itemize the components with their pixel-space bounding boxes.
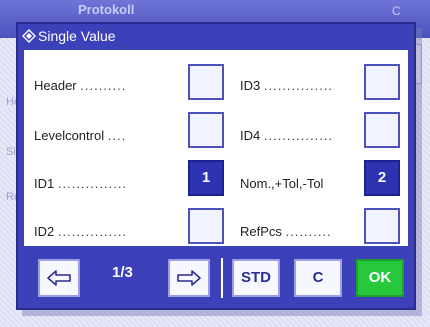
option-refpcs-label: RefPcs ..........: [240, 224, 332, 239]
dialog-title: Single Value: [38, 28, 116, 44]
option-id3-label: ID3 ...............: [240, 78, 334, 93]
ok-button[interactable]: OK: [356, 259, 404, 297]
background-title-right: C: [392, 4, 401, 18]
option-levelcontrol-label: Levelcontrol ....: [34, 128, 127, 143]
clear-button[interactable]: C: [294, 259, 342, 297]
option-id2-label: ID2 ...............: [34, 224, 128, 239]
option-nominal-tolerance-label: Nom.,+Tol,-Tol: [240, 176, 324, 191]
single-value-dialog: Single Value Header .......... Levelcont…: [16, 22, 416, 310]
arrow-left-icon: [46, 269, 72, 286]
options-panel: Header .......... Levelcontrol .... ID1 …: [24, 50, 408, 246]
option-id1-label: ID1 ...............: [34, 176, 128, 191]
footer-divider: [221, 258, 223, 298]
option-id3-box[interactable]: [364, 64, 400, 100]
option-nominal-tolerance-box[interactable]: 2: [364, 160, 400, 196]
option-header-box[interactable]: [188, 64, 224, 100]
option-header-label: Header ..........: [34, 78, 127, 93]
background-title: Protokoll: [78, 2, 135, 17]
std-button[interactable]: STD: [232, 259, 280, 297]
option-refpcs-box[interactable]: [364, 208, 400, 244]
option-id1-box[interactable]: 1: [188, 160, 224, 196]
dialog-footer: 1/3 STD C OK: [18, 250, 414, 306]
option-levelcontrol-box[interactable]: [188, 112, 224, 148]
option-id4-box[interactable]: [364, 112, 400, 148]
previous-page-button[interactable]: [38, 259, 80, 297]
option-id2-box[interactable]: [188, 208, 224, 244]
dialog-title-bar: Single Value: [18, 24, 414, 48]
next-page-button[interactable]: [168, 259, 210, 297]
option-id4-label: ID4 ...............: [240, 128, 334, 143]
page-indicator: 1/3: [112, 264, 133, 281]
arrow-right-icon: [176, 269, 202, 286]
scale-icon: [22, 29, 36, 46]
